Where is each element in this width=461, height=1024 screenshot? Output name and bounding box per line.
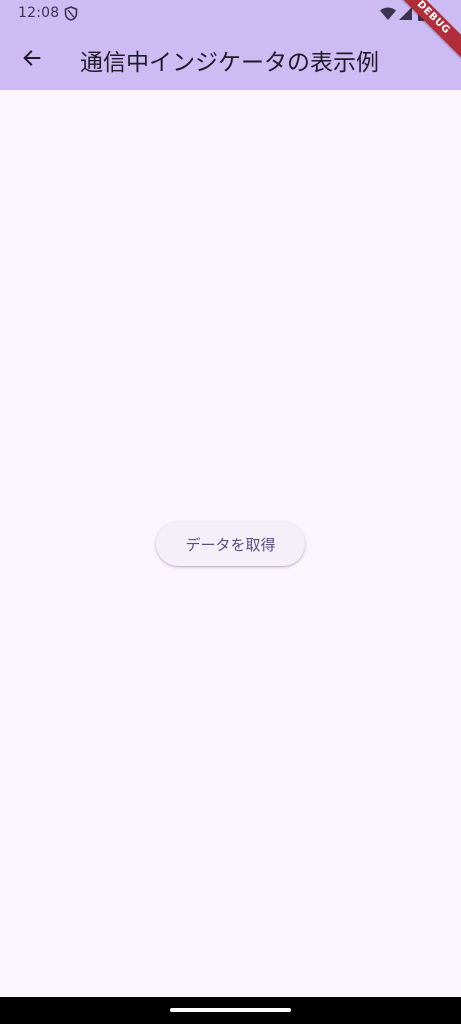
back-button[interactable] [12,38,52,78]
status-bar: 12:08 [0,0,461,28]
wifi-icon [380,7,396,20]
status-time: 12:08 [18,5,60,21]
page-title: 通信中インジケータの表示例 [80,50,379,76]
fetch-data-button[interactable]: データを取得 [156,522,305,566]
arrow-back-icon [23,50,41,66]
navigation-bar [0,997,461,1024]
app-bar: 通信中インジケータの表示例 [0,28,461,90]
main-content: データを取得 [0,90,461,997]
home-gesture-handle[interactable] [170,1008,291,1012]
signal-icon [399,7,412,20]
shield-icon [64,6,78,21]
